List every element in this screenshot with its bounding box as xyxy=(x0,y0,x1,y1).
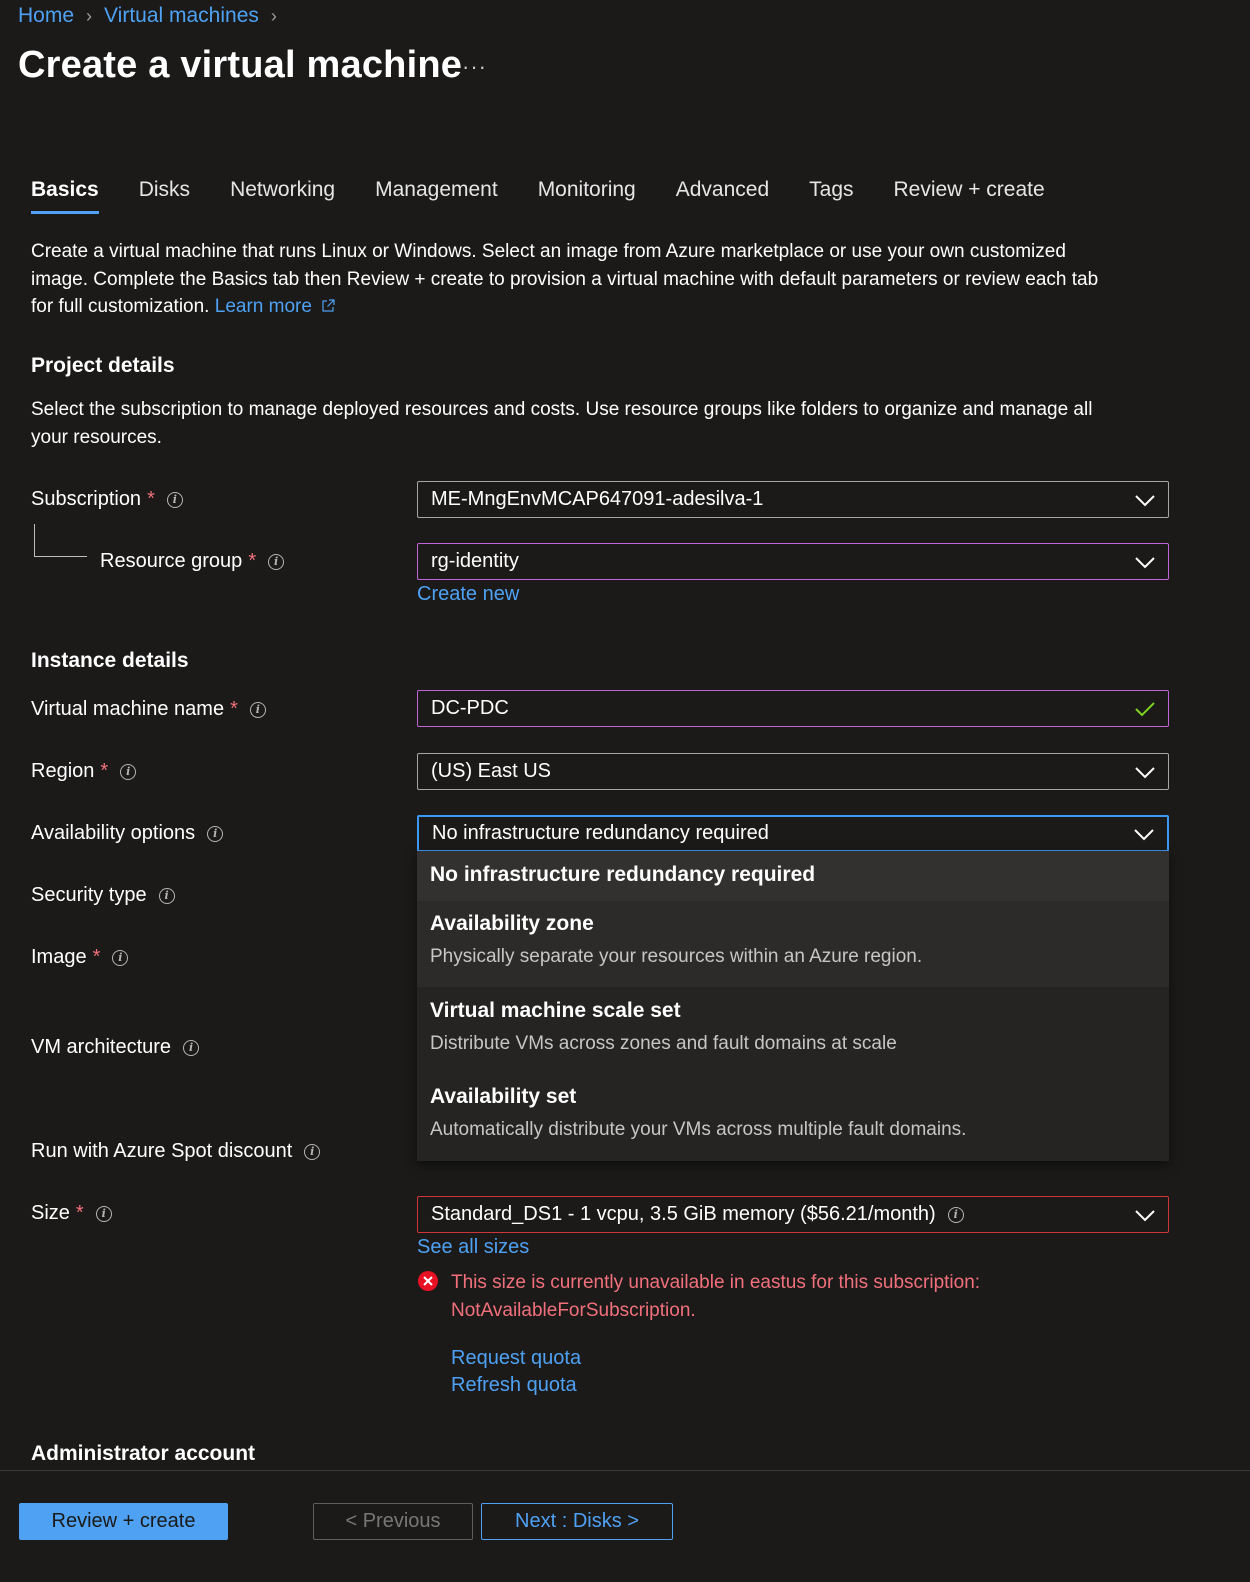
more-options-icon[interactable]: ··· xyxy=(462,54,487,80)
review-create-button[interactable]: Review + create xyxy=(19,1503,228,1540)
availability-options-label: Availability options i xyxy=(31,822,224,845)
availability-options-select[interactable]: No infrastructure redundancy required xyxy=(417,815,1169,852)
administrator-account-heading: Administrator account xyxy=(31,1442,256,1465)
tab-advanced[interactable]: Advanced xyxy=(676,178,769,214)
dropdown-option-availability-zone[interactable]: Availability zone Physically separate yo… xyxy=(417,901,1169,987)
region-label: Region * i xyxy=(31,760,137,783)
info-icon[interactable]: i xyxy=(158,887,175,904)
vm-name-input[interactable]: DC-PDC xyxy=(417,690,1169,727)
info-icon[interactable]: i xyxy=(166,491,183,508)
tab-bar: Basics Disks Networking Management Monit… xyxy=(31,178,1085,214)
chevron-down-icon xyxy=(1135,1209,1155,1221)
breadcrumb: Home › Virtual machines › xyxy=(18,4,277,28)
subscription-select[interactable]: ME-MngEnvMCAP647091-adesilva-1 xyxy=(417,481,1169,518)
tree-connector xyxy=(34,524,87,557)
see-all-sizes-link[interactable]: See all sizes xyxy=(417,1236,529,1259)
create-new-link[interactable]: Create new xyxy=(417,583,519,606)
info-icon[interactable]: i xyxy=(207,825,224,842)
chevron-down-icon xyxy=(1135,556,1155,568)
security-type-label: Security type i xyxy=(31,884,175,907)
tab-monitoring[interactable]: Monitoring xyxy=(538,178,636,214)
region-select[interactable]: (US) East US xyxy=(417,753,1169,790)
size-select[interactable]: Standard_DS1 - 1 vcpu, 3.5 GiB memory ($… xyxy=(417,1196,1169,1233)
next-disks-button[interactable]: Next : Disks > xyxy=(481,1503,673,1540)
dropdown-option-availability-set[interactable]: Availability set Automatically distribut… xyxy=(417,1073,1169,1159)
info-icon[interactable]: i xyxy=(95,1205,112,1222)
info-icon[interactable]: i xyxy=(120,763,137,780)
info-icon[interactable]: i xyxy=(947,1206,964,1223)
request-quota-link[interactable]: Request quota xyxy=(451,1347,581,1370)
info-icon[interactable]: i xyxy=(268,553,285,570)
tab-disks[interactable]: Disks xyxy=(139,178,190,214)
learn-more-link[interactable]: Learn more xyxy=(215,296,335,317)
size-error-message: This size is currently unavailable in ea… xyxy=(451,1272,981,1321)
tab-tags[interactable]: Tags xyxy=(809,178,853,214)
info-icon[interactable]: i xyxy=(183,1039,200,1056)
chevron-down-icon xyxy=(1135,766,1155,778)
project-details-heading: Project details xyxy=(31,354,175,377)
page-title: Create a virtual machine xyxy=(18,44,463,86)
resource-group-select[interactable]: rg-identity xyxy=(417,543,1169,580)
breadcrumb-virtual-machines[interactable]: Virtual machines xyxy=(104,4,259,28)
spot-discount-label: Run with Azure Spot discount i xyxy=(31,1140,321,1163)
resource-group-label: Resource group * i xyxy=(100,550,285,573)
instance-details-heading: Instance details xyxy=(31,649,189,672)
tab-review-create[interactable]: Review + create xyxy=(894,178,1045,214)
chevron-right-icon: › xyxy=(270,5,277,26)
previous-button[interactable]: < Previous xyxy=(313,1503,473,1540)
project-details-desc: Select the subscription to manage deploy… xyxy=(31,399,1093,448)
error-icon xyxy=(418,1271,438,1291)
tab-networking[interactable]: Networking xyxy=(230,178,335,214)
chevron-down-icon xyxy=(1135,494,1155,506)
subscription-label: Subscription * i xyxy=(31,488,183,511)
tab-basics[interactable]: Basics xyxy=(31,178,99,214)
vm-architecture-label: VM architecture i xyxy=(31,1036,200,1059)
external-link-icon xyxy=(322,299,335,312)
info-icon[interactable]: i xyxy=(249,701,266,718)
vm-name-label: Virtual machine name * i xyxy=(31,698,266,721)
info-icon[interactable]: i xyxy=(112,949,129,966)
chevron-down-icon xyxy=(1134,828,1154,840)
availability-options-dropdown: No infrastructure redundancy required Av… xyxy=(417,851,1169,1161)
breadcrumb-home[interactable]: Home xyxy=(18,4,74,28)
intro-text: Create a virtual machine that runs Linux… xyxy=(31,241,1099,317)
dropdown-option-no-redundancy[interactable]: No infrastructure redundancy required xyxy=(417,851,1169,901)
tab-management[interactable]: Management xyxy=(375,178,498,214)
dropdown-option-scale-set[interactable]: Virtual machine scale set Distribute VMs… xyxy=(417,987,1169,1073)
size-label: Size * i xyxy=(31,1202,112,1225)
info-icon[interactable]: i xyxy=(304,1143,321,1160)
refresh-quota-link[interactable]: Refresh quota xyxy=(451,1374,577,1397)
image-label: Image * i xyxy=(31,946,129,969)
chevron-right-icon: › xyxy=(86,5,93,26)
checkmark-icon xyxy=(1135,701,1155,716)
